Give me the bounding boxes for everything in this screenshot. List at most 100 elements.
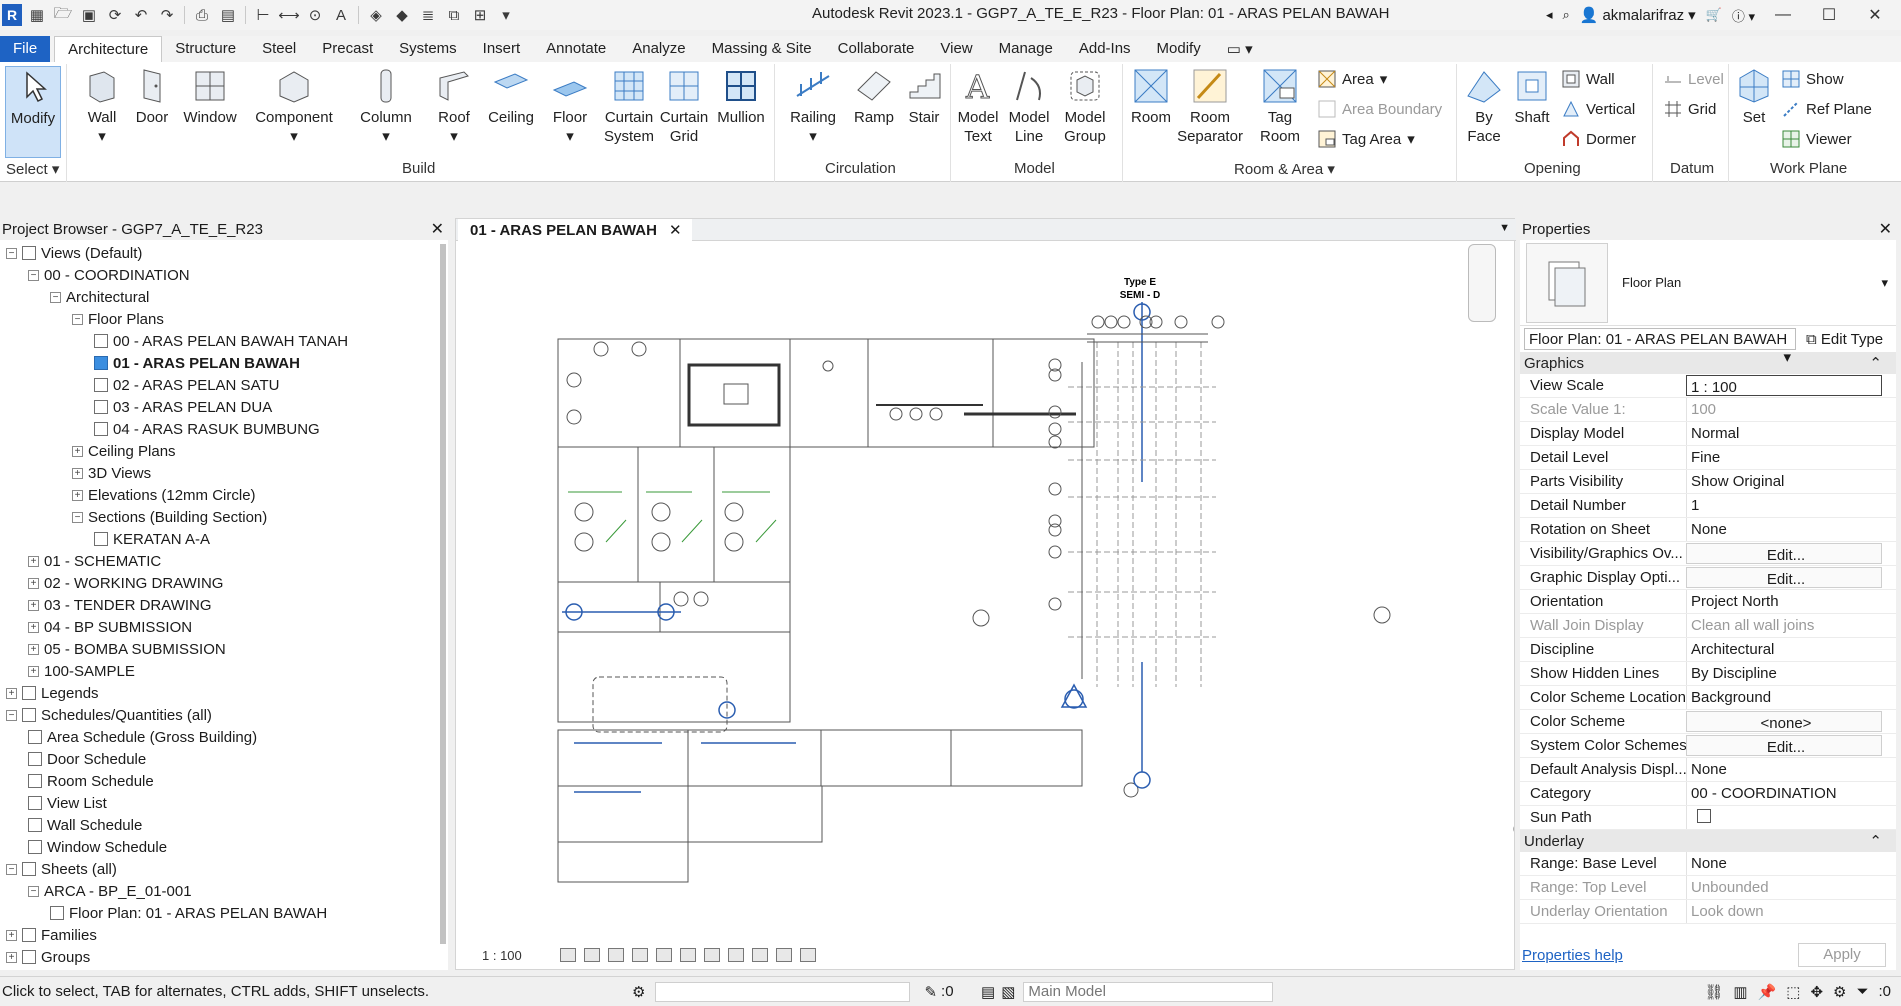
model-line-button[interactable]: Model Line <box>1006 66 1052 146</box>
collapse-icon[interactable]: ⌃ <box>1869 354 1882 372</box>
cart-icon[interactable]: 🛒 <box>1706 7 1722 23</box>
property-value[interactable]: Edit... <box>1686 567 1882 588</box>
workset-icon[interactable]: ⚙ <box>632 983 645 1001</box>
property-value[interactable]: Architectural <box>1686 638 1896 661</box>
level-button[interactable]: Level <box>1664 70 1724 88</box>
tree-item[interactable]: +02 - WORKING DRAWING <box>28 572 223 594</box>
tab-massing-site[interactable]: Massing & Site <box>699 36 825 62</box>
property-value[interactable]: 1 : 100 <box>1686 375 1882 396</box>
curtain-system-button[interactable]: Curtain System <box>604 66 654 146</box>
expand-icon[interactable]: + <box>6 951 17 963</box>
collapse-icon[interactable]: ⌃ <box>1869 832 1882 850</box>
tag-area-button[interactable]: Tag Area ▾ <box>1318 130 1415 148</box>
shadows-icon[interactable] <box>631 948 648 962</box>
instance-dropdown[interactable]: Floor Plan: 01 - ARAS PELAN BAWAH ▾ <box>1524 328 1796 366</box>
expand-icon[interactable]: + <box>28 665 39 677</box>
property-value[interactable]: Project North <box>1686 590 1896 613</box>
tree-item[interactable]: Room Schedule <box>28 770 154 792</box>
properties-help-link[interactable]: Properties help <box>1522 947 1623 964</box>
editable-only-icon[interactable]: ✎ <box>924 983 937 1001</box>
model-group-button[interactable]: Model Group <box>1060 66 1110 146</box>
tree-item[interactable]: +100-SAMPLE <box>28 660 135 682</box>
expand-icon[interactable]: + <box>28 599 39 611</box>
tree-item[interactable]: +01 - SCHEMATIC <box>28 550 161 572</box>
close-icon[interactable]: ✕ <box>431 219 444 239</box>
expand-icon[interactable]: + <box>28 577 39 589</box>
tree-item[interactable]: − Schedules/Quantities (all) <box>6 704 212 726</box>
tab-add-ins[interactable]: Add-Ins <box>1066 36 1144 62</box>
sync-icon[interactable]: ⟳ <box>104 4 126 26</box>
print-icon[interactable]: ⎙ <box>191 4 213 26</box>
property-value[interactable]: Edit... <box>1686 543 1882 564</box>
tree-item[interactable]: View List <box>28 792 107 814</box>
tree-item[interactable]: Area Schedule (Gross Building) <box>28 726 257 748</box>
background-processes-icon[interactable]: ⚙ <box>1833 983 1846 1001</box>
expand-icon[interactable]: + <box>72 467 83 479</box>
tree-item[interactable]: + Ceiling Plans <box>72 440 176 462</box>
collapse-icon[interactable]: − <box>6 709 17 721</box>
view-scale-control[interactable]: 1 : 100 <box>482 948 522 963</box>
tab-insert[interactable]: Insert <box>470 36 534 62</box>
area-boundary-button[interactable]: Area Boundary <box>1318 100 1442 118</box>
collapse-icon[interactable]: − <box>72 313 83 325</box>
checkbox-icon[interactable] <box>1697 809 1711 823</box>
tree-item[interactable]: 04 - ARAS RASUK BUMBUNG <box>94 418 320 440</box>
undo-icon[interactable]: ↶ <box>130 4 152 26</box>
tree-item[interactable]: 00 - ARAS PELAN BAWAH TANAH <box>94 330 348 352</box>
expand-icon[interactable]: + <box>72 489 83 501</box>
property-value[interactable]: None <box>1686 518 1896 541</box>
design-options-icon[interactable]: ▤ <box>981 983 995 1001</box>
tree-item[interactable]: − Floor Plans <box>72 308 164 330</box>
sun-path-icon[interactable] <box>607 948 624 962</box>
tree-item[interactable]: − ARCA - BP_E_01-001 <box>28 880 192 902</box>
room-button[interactable]: Room <box>1128 66 1174 127</box>
collapse-icon[interactable]: − <box>72 511 83 523</box>
section-icon[interactable]: ◆ <box>391 4 413 26</box>
tree-item[interactable]: Floor Plan: 01 - ARAS PELAN BAWAH <box>50 902 327 924</box>
ceiling-button[interactable]: Ceiling <box>486 66 536 127</box>
crop-view-icon[interactable] <box>655 948 672 962</box>
measure-icon[interactable]: ⊢ <box>252 4 274 26</box>
help-icon[interactable]: ⓘ ▾ <box>1732 6 1755 25</box>
dormer-button[interactable]: Dormer <box>1562 130 1636 148</box>
tab-view[interactable]: View <box>927 36 985 62</box>
model-text-button[interactable]: A Model Text <box>956 66 1000 146</box>
collapse-icon[interactable]: − <box>50 291 61 303</box>
user-menu[interactable]: 👤 akmalarifraz ▾ <box>1580 6 1696 25</box>
tab-steel[interactable]: Steel <box>249 36 309 62</box>
reveal-hidden-icon[interactable] <box>727 948 744 962</box>
room-area-group-label[interactable]: Room & Area ▾ <box>1234 160 1335 178</box>
detail-level-icon[interactable] <box>559 948 576 962</box>
back-icon[interactable]: ◂ <box>1546 7 1553 23</box>
set-work-plane-button[interactable]: Set <box>1736 66 1772 127</box>
tab-systems[interactable]: Systems <box>386 36 470 62</box>
expand-icon[interactable]: + <box>28 555 39 567</box>
modify-button[interactable]: Modify <box>5 66 61 158</box>
edit-type-button[interactable]: ⧉ Edit Type <box>1806 331 1883 348</box>
ribbon-minimize-icon[interactable]: ▭ ▾ <box>1214 36 1266 62</box>
drag-elements-icon[interactable]: ✥ <box>1810 983 1823 1001</box>
tree-item[interactable]: +05 - BOMBA SUBMISSION <box>28 638 226 660</box>
property-value[interactable]: By Discipline <box>1686 662 1896 685</box>
tree-item[interactable]: Window Schedule <box>28 836 167 858</box>
tree-item[interactable]: − Sheets (all) <box>6 858 117 880</box>
property-value[interactable]: None <box>1686 758 1896 781</box>
sun-path-checkbox[interactable] <box>1686 806 1896 829</box>
show-work-plane-button[interactable]: Show <box>1782 70 1844 88</box>
property-value[interactable]: Normal <box>1686 422 1896 445</box>
tab-file[interactable]: File <box>0 36 51 62</box>
revit-logo-icon[interactable]: R <box>2 4 22 26</box>
expand-icon[interactable]: + <box>28 643 39 655</box>
chevron-down-icon[interactable]: ▾ <box>1881 275 1888 291</box>
property-value[interactable]: Edit... <box>1686 735 1882 756</box>
area-button[interactable]: Area ▾ <box>1318 70 1387 88</box>
tab-modify[interactable]: Modify <box>1144 36 1214 62</box>
visual-style-icon[interactable] <box>583 948 600 962</box>
ref-plane-button[interactable]: Ref Plane <box>1782 100 1872 118</box>
curtain-grid-button[interactable]: Curtain Grid <box>660 66 708 146</box>
tab-precast[interactable]: Precast <box>309 36 386 62</box>
drawing-canvas[interactable]: Type E SEMI - D <box>456 242 1529 942</box>
tree-item[interactable]: −00 - COORDINATION <box>28 264 190 286</box>
select-links-icon[interactable]: ⛓ <box>1704 983 1723 1001</box>
show-crop-region-icon[interactable] <box>679 948 696 962</box>
